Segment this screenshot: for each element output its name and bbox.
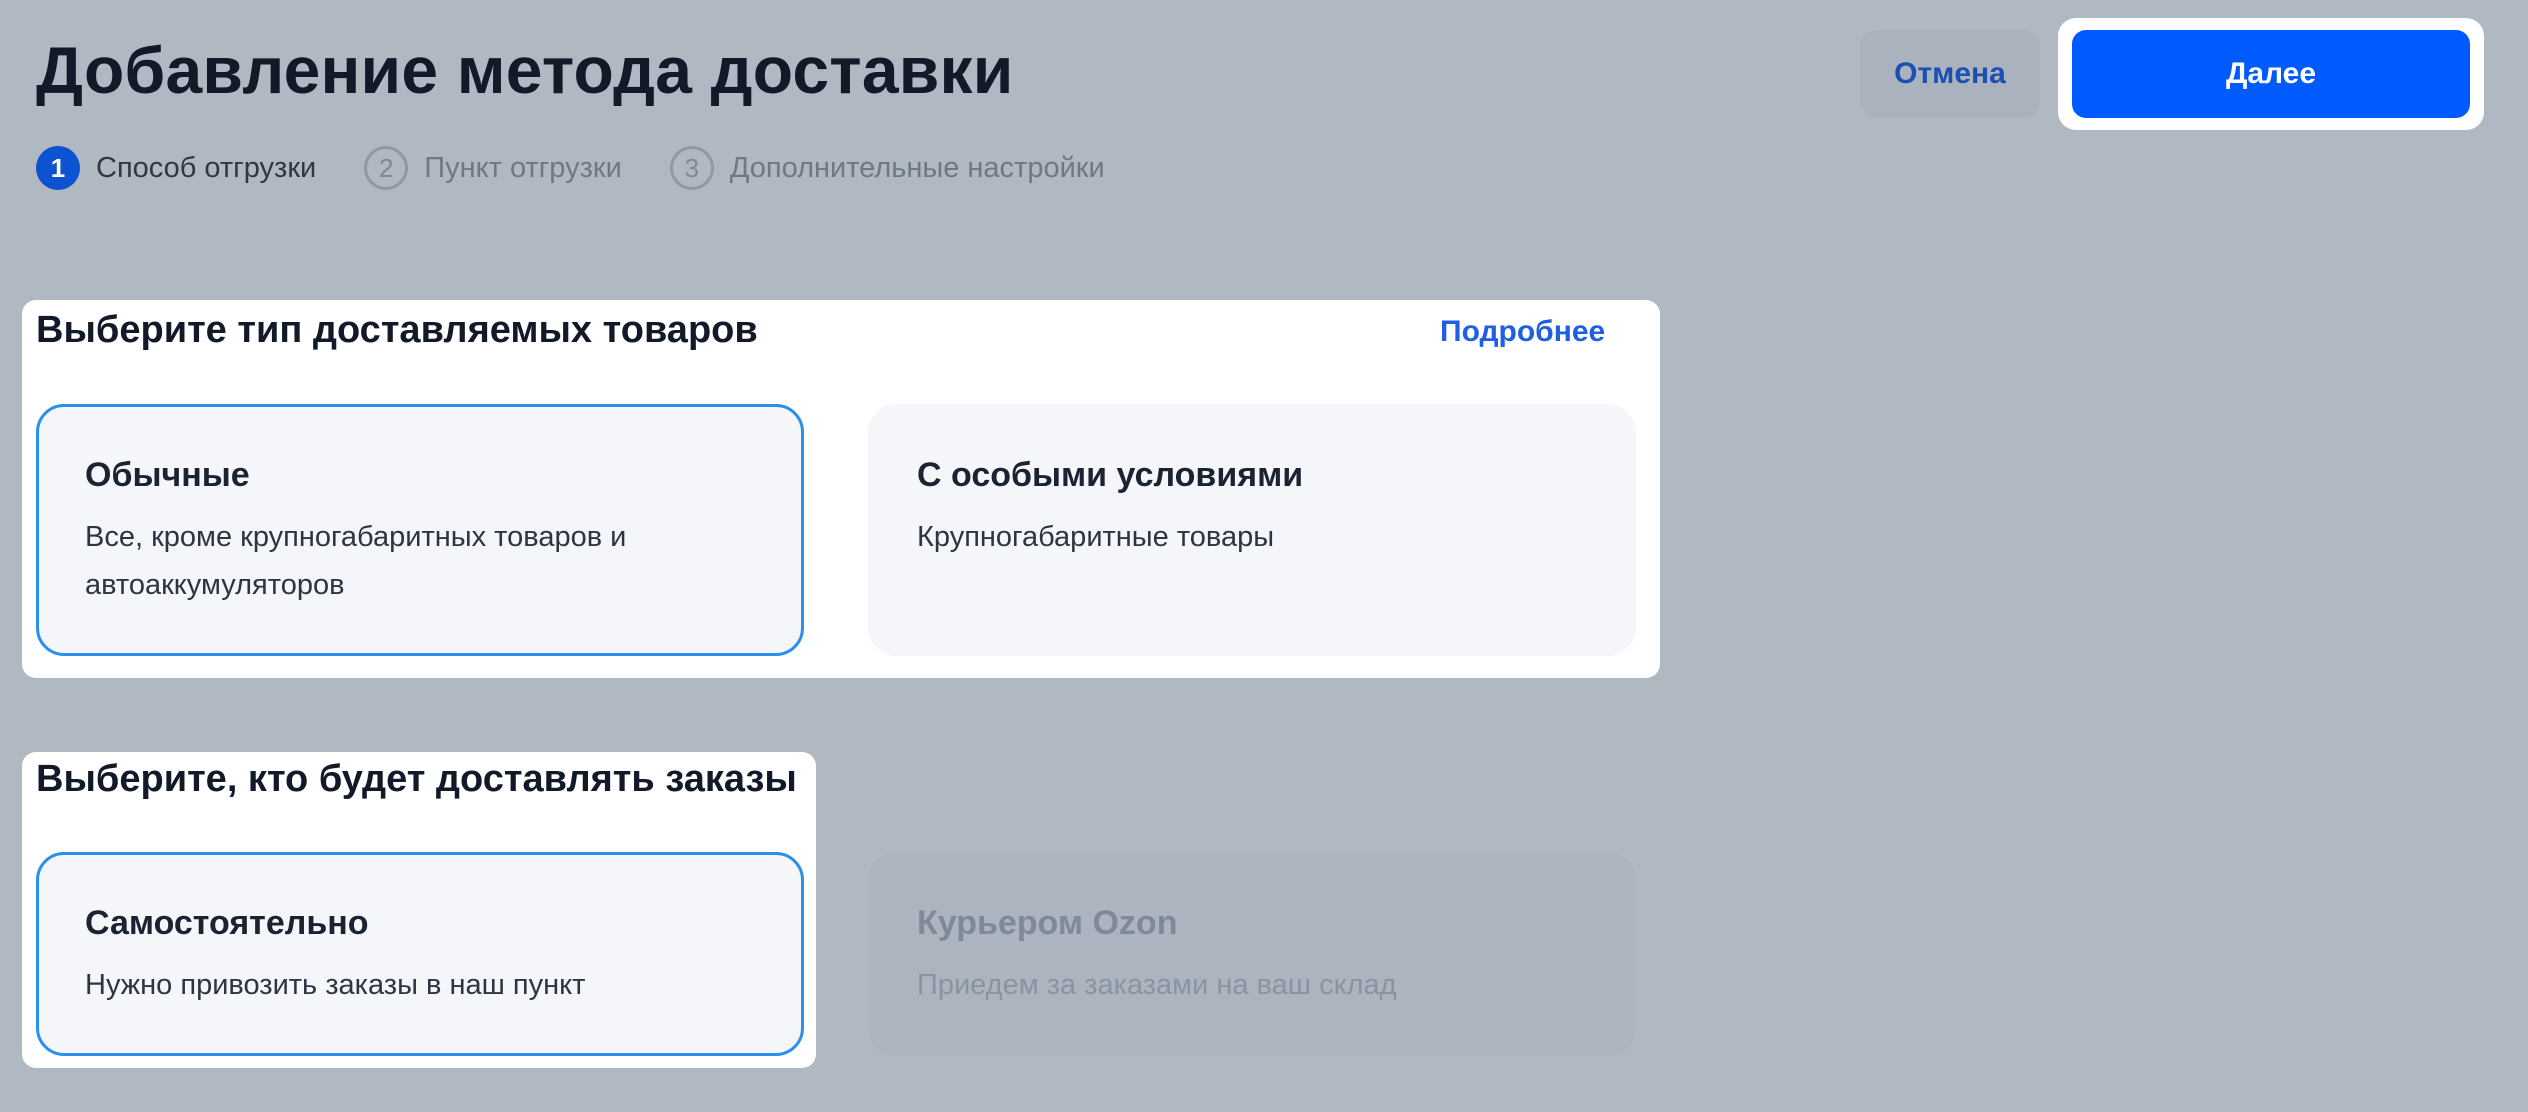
option-description: Все, кроме крупногабаритных товаров и ав… <box>85 521 627 601</box>
step-number: 2 <box>364 146 409 190</box>
step-number: 3 <box>669 146 714 190</box>
step-shipping-method: 1 Способ отгрузки <box>36 146 316 190</box>
option-card-ozon-courier: Курьером Ozon Приедем за заказами на ваш… <box>868 852 1636 1056</box>
option-description: Нужно привозить заказы в наш пункт <box>85 969 586 1001</box>
step-number: 1 <box>36 146 80 190</box>
next-button[interactable]: Далее <box>2072 30 2470 118</box>
step-label: Способ отгрузки <box>96 152 317 184</box>
more-info-link[interactable]: Подробнее <box>1440 314 1605 350</box>
page-title: Добавление метода доставки <box>36 33 1014 107</box>
option-title: С особыми условиями <box>917 456 1304 494</box>
next-button-highlight: Далее <box>2058 18 2484 130</box>
option-title: Самостоятельно <box>85 904 369 942</box>
option-card-regular[interactable]: Обычные Все, кроме крупногабаритных това… <box>36 404 804 656</box>
step-label: Дополнительные настройки <box>729 152 1105 184</box>
cancel-button[interactable]: Отмена <box>1860 30 2040 118</box>
option-description: Приедем за заказами на ваш склад <box>917 969 1397 1001</box>
delivery-by-heading: Выберите, кто будет доставлять заказы <box>36 758 797 800</box>
stepper: 1 Способ отгрузки 2 Пункт отгрузки 3 Доп… <box>36 144 1105 192</box>
option-title: Обычные <box>85 456 250 494</box>
option-card-special-conditions[interactable]: С особыми условиями Крупногабаритные тов… <box>868 404 1636 656</box>
product-type-heading: Выберите тип доставляемых товаров <box>36 309 758 351</box>
option-description: Крупногабаритные товары <box>917 521 1275 553</box>
option-card-self-delivery[interactable]: Самостоятельно Нужно привозить заказы в … <box>36 852 804 1056</box>
step-additional-settings: 3 Дополнительные настройки <box>669 146 1105 190</box>
step-label: Пункт отгрузки <box>424 152 622 184</box>
header-actions: Отмена Далее <box>1860 18 2484 130</box>
step-shipping-point: 2 Пункт отгрузки <box>364 146 622 190</box>
option-title: Курьером Ozon <box>917 904 1178 942</box>
